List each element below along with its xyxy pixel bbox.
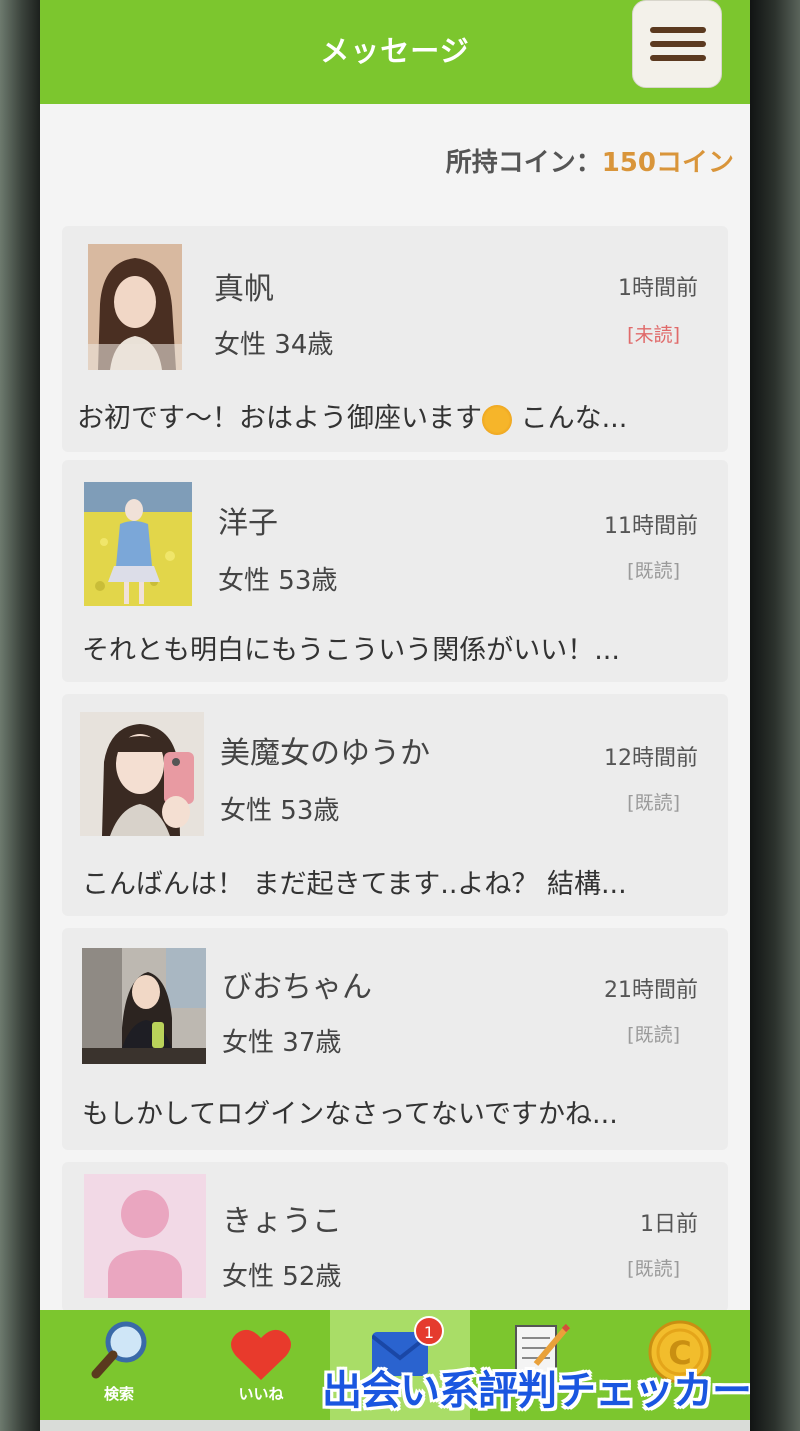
default-avatar-icon	[84, 1174, 206, 1298]
sender-name: 真帆	[214, 272, 274, 307]
sender-name: 美魔女のゆうか	[220, 736, 430, 771]
unread-count-badge: 1	[414, 1316, 444, 1346]
message-preview: こんばんは！ まだ起きてます..よね？ 結構...	[82, 869, 627, 900]
sender-age: 34歳	[274, 330, 334, 360]
tab-likes[interactable]: いいね	[190, 1310, 332, 1420]
sender-gender: 女性	[218, 566, 271, 596]
sender-gender: 女性	[222, 1028, 275, 1058]
hamburger-menu-button[interactable]	[632, 0, 722, 88]
sun-emoji-icon	[482, 404, 512, 435]
avatar	[82, 948, 206, 1064]
tab-search[interactable]: 検索	[48, 1310, 190, 1420]
hamburger-icon-line	[650, 41, 706, 47]
magnifier-icon	[91, 1321, 147, 1379]
message-preview: もしかしてログインなさってないですかね...	[82, 1099, 618, 1130]
sender-age: 37歳	[282, 1028, 342, 1058]
message-list-item[interactable]: びおちゃん 女性 37歳 21時間前 [既読] もしかしてログインなさってないで…	[62, 928, 728, 1150]
read-status: [既読]	[627, 1024, 680, 1046]
sender-info: 女性 52歳	[222, 1256, 341, 1293]
hamburger-icon	[650, 27, 706, 33]
sender-name: 洋子	[218, 506, 278, 541]
message-preview-text-end: こんな...	[512, 403, 628, 434]
tab-label: いいね	[238, 1385, 284, 1403]
message-preview: それとも明白にもうこういう関係がいい！...	[82, 635, 620, 666]
avatar	[80, 712, 204, 836]
site-watermark: 出会い系評判チェッカー	[322, 1368, 750, 1414]
read-status: [未読]	[627, 324, 680, 346]
message-list-item[interactable]: 洋子 女性 53歳 11時間前 [既読] それとも明白にもうこういう関係がいい！…	[62, 460, 728, 682]
sender-info: 女性 37歳	[222, 1022, 341, 1059]
bottom-safe-area	[40, 1420, 750, 1431]
read-status: [既読]	[627, 792, 680, 814]
message-preview-text: お初です～！おはよう御座います	[77, 403, 482, 434]
sender-age: 53歳	[280, 796, 340, 826]
hamburger-icon-line	[650, 55, 706, 61]
sender-gender: 女性	[222, 1262, 275, 1292]
heart-icon	[231, 1329, 291, 1380]
message-list-item[interactable]: 真帆 女性 34歳 1時間前 [未読] お初です～！おはよう御座います こんな.…	[62, 226, 728, 452]
message-time: 21時間前	[604, 978, 698, 1003]
app-screen: メッセージ 所持コイン：150コイン 真帆 女性 34歳 1時間前 [未読] お…	[40, 0, 750, 1431]
coin-balance-amount: 150コイン	[601, 148, 734, 178]
message-time: 12時間前	[604, 746, 698, 771]
header-bar: メッセージ	[40, 0, 750, 104]
sender-info: 女性 34歳	[214, 324, 333, 361]
message-time: 11時間前	[604, 514, 698, 539]
read-status: [既読]	[627, 1258, 680, 1280]
coin-balance: 所持コイン：150コイン	[446, 142, 734, 179]
phone-bezel-right	[750, 0, 800, 1431]
phone-bezel-left	[0, 0, 40, 1431]
sender-info: 女性 53歳	[218, 560, 337, 597]
sender-name: びおちゃん	[222, 970, 372, 1005]
sender-gender: 女性	[220, 796, 273, 826]
sender-age: 53歳	[278, 566, 338, 596]
message-preview: お初です～！おはよう御座います こんな...	[77, 396, 627, 435]
sender-info: 女性 53歳	[220, 790, 339, 827]
tab-label: 検索	[103, 1385, 134, 1403]
sender-age: 52歳	[282, 1262, 342, 1292]
sender-gender: 女性	[214, 330, 267, 360]
sender-name: きょうこ	[222, 1204, 342, 1239]
avatar	[84, 482, 192, 606]
read-status: [既読]	[627, 560, 680, 582]
avatar	[88, 244, 182, 370]
message-list-item[interactable]: 美魔女のゆうか 女性 53歳 12時間前 [既読] こんばんは！ まだ起きてます…	[62, 694, 728, 916]
message-time: 1時間前	[618, 276, 698, 301]
message-list-item[interactable]: きょうこ 女性 52歳 1日前 [既読]	[62, 1162, 728, 1312]
message-time: 1日前	[640, 1212, 698, 1237]
coin-balance-label: 所持コイン：	[445, 148, 602, 178]
